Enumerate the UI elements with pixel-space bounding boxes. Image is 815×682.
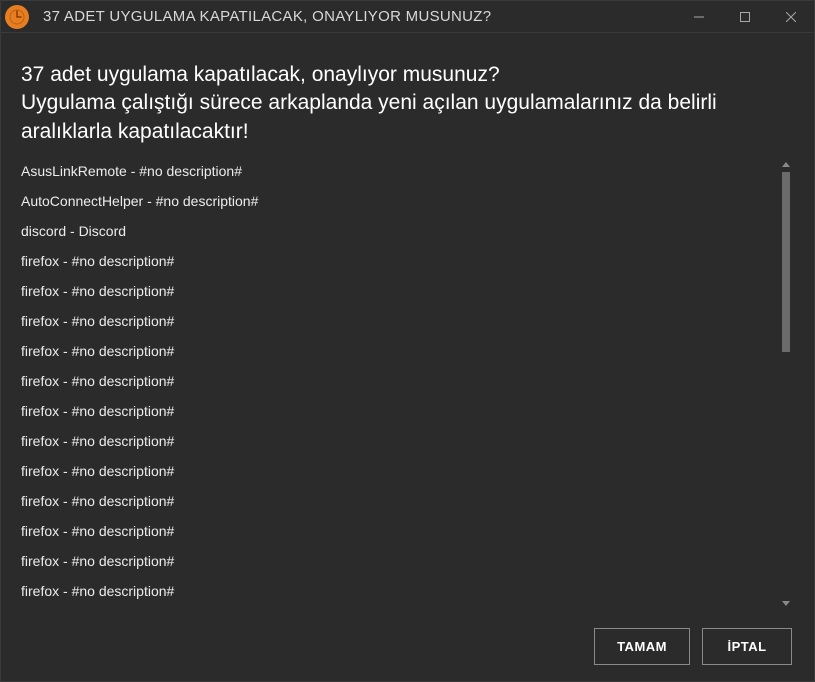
dialog-footer: TAMAM İPTAL [1,611,814,681]
app-icon [5,5,29,29]
dialog-content: 37 adet uygulama kapatılacak, onaylıyor … [1,33,814,611]
list-item: AsusLinkRemote - #no description# [21,156,774,186]
cancel-button[interactable]: İPTAL [702,628,792,665]
list-item: AutoConnectHelper - #no description# [21,186,774,216]
ok-button[interactable]: TAMAM [594,628,690,665]
list-item: firefox - #no description# [21,246,774,276]
list-item: firefox - #no description# [21,426,774,456]
titlebar: 37 ADET UYGULAMA KAPATILACAK, ONAYLIYOR … [1,1,814,33]
list-item: firefox - #no description# [21,366,774,396]
list-item: firefox - #no description# [21,486,774,516]
list-item: firefox - #no description# [21,276,774,306]
scroll-track[interactable] [782,172,790,595]
list-item: firefox - #no description# [21,306,774,336]
minimize-button[interactable] [676,1,722,32]
list-item: firefox - #no description# [21,516,774,546]
maximize-button[interactable] [722,1,768,32]
scroll-up-arrow-icon[interactable] [778,156,794,172]
list-item: firefox - #no description# [21,456,774,486]
window-controls [676,1,814,32]
scroll-down-arrow-icon[interactable] [778,595,794,611]
app-list-wrapper: AsusLinkRemote - #no description#AutoCon… [21,156,794,611]
window-title: 37 ADET UYGULAMA KAPATILACAK, ONAYLIYOR … [43,8,676,25]
list-item: discord - Discord [21,216,774,246]
list-item: firefox - #no description# [21,336,774,366]
list-item: firefox - #no description# [21,546,774,576]
close-button[interactable] [768,1,814,32]
app-list: AsusLinkRemote - #no description#AutoCon… [21,156,794,611]
list-item: firefox - #no description# [21,396,774,426]
scroll-thumb[interactable] [782,172,790,352]
heading-line-2: Uygulama çalıştığı sürece arkaplanda yen… [21,89,794,146]
heading-line-1: 37 adet uygulama kapatılacak, onaylıyor … [21,61,794,89]
list-item: firefox - #no description# [21,576,774,606]
scrollbar[interactable] [778,156,794,611]
